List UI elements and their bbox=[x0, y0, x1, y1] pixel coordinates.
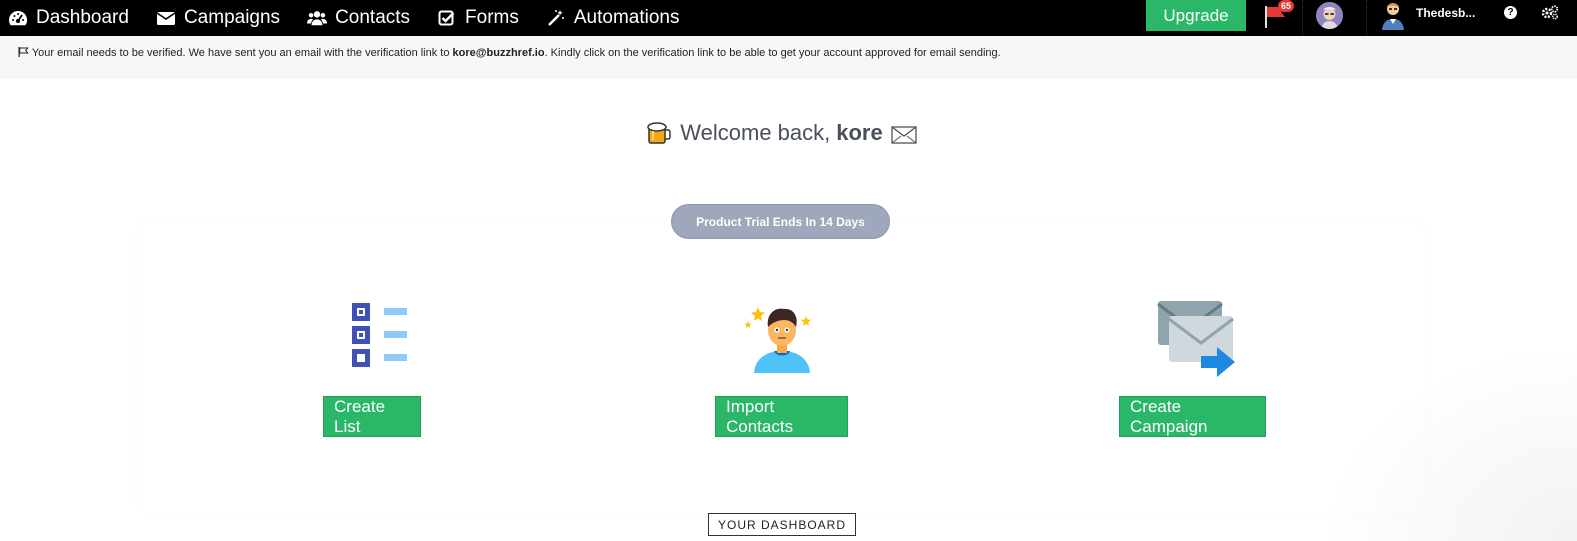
welcome-name: kore bbox=[836, 120, 883, 145]
gears-icon[interactable] bbox=[1541, 4, 1559, 20]
nav-label: Contacts bbox=[335, 7, 411, 28]
welcome-heading: Welcome back, kore bbox=[0, 120, 1563, 146]
create-list-action: Create List bbox=[323, 300, 421, 437]
nav-divider bbox=[1366, 0, 1367, 36]
checklist-icon bbox=[337, 300, 420, 370]
nav-item-contacts[interactable]: Contacts bbox=[307, 0, 410, 36]
users-icon bbox=[307, 9, 328, 27]
nav-label: Automations bbox=[573, 7, 680, 28]
magic-wand-icon bbox=[546, 9, 566, 27]
nav-item-forms[interactable]: Forms bbox=[437, 0, 519, 36]
create-list-button[interactable]: Create List bbox=[323, 396, 421, 437]
nav-item-dashboard[interactable]: Dashboard bbox=[8, 0, 129, 36]
envelope-outline-icon bbox=[891, 124, 917, 144]
notice-text-suffix: . Kindly click on the verification link … bbox=[544, 47, 1001, 59]
top-navbar: Dashboard Campaigns Contacts Forms Autom… bbox=[0, 0, 1577, 36]
verification-notice: Your email needs to be verified. We have… bbox=[0, 36, 1577, 79]
main-nav: Dashboard Campaigns Contacts Forms Autom… bbox=[0, 0, 707, 36]
import-contacts-action: Import Contacts bbox=[715, 297, 848, 437]
notice-text-prefix: Your email needs to be verified. We have… bbox=[31, 47, 453, 59]
nav-label: Dashboard bbox=[36, 7, 129, 28]
dashboard-gauge-icon bbox=[8, 9, 28, 27]
trial-badge: Product Trial Ends In 14 Days bbox=[671, 204, 890, 239]
help-icon[interactable]: ? bbox=[1504, 6, 1517, 19]
nav-label: Campaigns bbox=[183, 7, 281, 28]
avatar[interactable] bbox=[1316, 2, 1343, 29]
username-label[interactable]: Thedesb... bbox=[1416, 6, 1475, 20]
nav-divider bbox=[1302, 0, 1303, 36]
nav-item-campaigns[interactable]: Campaigns bbox=[156, 0, 280, 36]
notification-badge: 65 bbox=[1278, 0, 1295, 12]
notice-email: kore@buzzhref.io bbox=[452, 47, 545, 59]
create-campaign-button[interactable]: Create Campaign bbox=[1119, 396, 1266, 437]
avatar-face-icon bbox=[1316, 2, 1343, 29]
notifications-button[interactable]: 65 bbox=[1262, 0, 1295, 29]
your-dashboard-label: YOUR DASHBOARD bbox=[708, 513, 856, 536]
send-mail-icon bbox=[1156, 300, 1239, 378]
checkbox-icon bbox=[437, 9, 457, 27]
user-person-icon bbox=[1382, 3, 1404, 30]
welcome-text: Welcome back, bbox=[680, 120, 831, 145]
beer-mug-icon bbox=[646, 121, 672, 145]
nav-label: Forms bbox=[465, 7, 519, 28]
import-contacts-button[interactable]: Import Contacts bbox=[715, 396, 848, 437]
envelope-icon bbox=[156, 9, 176, 27]
upgrade-button[interactable]: Upgrade bbox=[1146, 0, 1246, 31]
flag-outline-icon bbox=[18, 47, 32, 59]
create-campaign-action: Create Campaign bbox=[1119, 300, 1266, 437]
contact-person-icon bbox=[742, 297, 822, 374]
nav-item-automations[interactable]: Automations bbox=[546, 0, 680, 36]
user-avatar[interactable] bbox=[1380, 0, 1406, 30]
